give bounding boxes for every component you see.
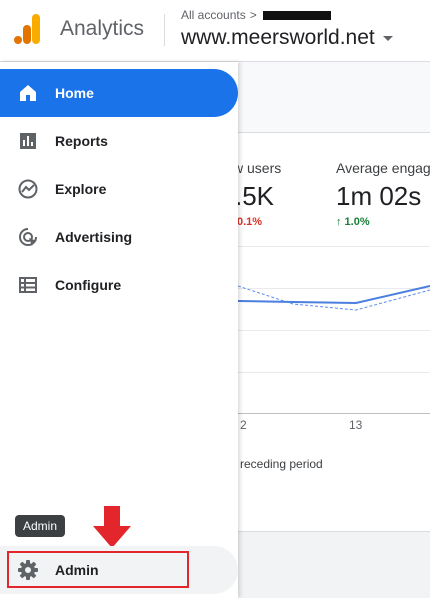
content-header (238, 62, 430, 132)
analytics-window: w users .5K 0.1% Average engag 1m 02s ↑ … (0, 0, 430, 598)
sidebar-item-label: Home (55, 85, 94, 101)
home-icon (16, 81, 40, 105)
sidebar-item-label: Configure (55, 277, 122, 293)
annotation-highlight-box (7, 551, 189, 588)
property-name: www.meersworld.net (181, 26, 375, 49)
metric-label-new-users: w users (233, 160, 282, 176)
current-period-line (238, 285, 430, 305)
admin-tooltip: Admin (15, 515, 66, 537)
sidebar-item-label: Reports (55, 133, 108, 149)
redacted-account-name (262, 10, 331, 20)
annotation-arrow-icon (93, 506, 131, 548)
chevron-down-icon (382, 35, 393, 41)
metric-delta-new-users: 0.1% (237, 216, 263, 228)
sidebar-item-explore[interactable]: Explore (0, 165, 238, 213)
advertising-icon (16, 225, 40, 249)
sidebar-item-label: Advertising (55, 229, 133, 245)
explore-icon (16, 177, 40, 201)
configure-icon (16, 273, 40, 297)
x-tick-label: 2 (240, 418, 247, 432)
top-bar: Analytics All accounts > www.meersworld.… (0, 0, 430, 62)
trend-chart (238, 285, 430, 311)
breadcrumb-separator: > (249, 8, 257, 22)
metric-label-engagement: Average engag (336, 160, 430, 176)
metric-value-new-users[interactable]: .5K (235, 181, 274, 212)
account-breadcrumb[interactable]: All accounts > (181, 8, 331, 22)
chart-gridline (238, 372, 430, 373)
sidebar-item-advertising[interactable]: Advertising (0, 213, 238, 261)
metric-delta-engagement: ↑ 1.0% (336, 216, 370, 228)
chart-legend-label: receding period (240, 457, 323, 471)
sidebar-item-home[interactable]: Home (0, 69, 238, 117)
analytics-logo-icon[interactable] (14, 14, 40, 44)
previous-period-line (238, 285, 430, 311)
app-name: Analytics (60, 17, 145, 40)
all-accounts-link[interactable]: All accounts (181, 8, 246, 22)
property-selector[interactable]: www.meersworld.net (181, 26, 393, 50)
x-tick-label: 13 (349, 418, 363, 432)
metric-value-engagement[interactable]: 1m 02s (336, 181, 421, 212)
reports-icon (16, 129, 40, 153)
header-divider (164, 14, 165, 46)
sidebar-item-configure[interactable]: Configure (0, 261, 238, 309)
chart-x-axis (238, 413, 430, 414)
sidebar-item-reports[interactable]: Reports (0, 117, 238, 165)
sidebar-item-label: Explore (55, 181, 107, 197)
